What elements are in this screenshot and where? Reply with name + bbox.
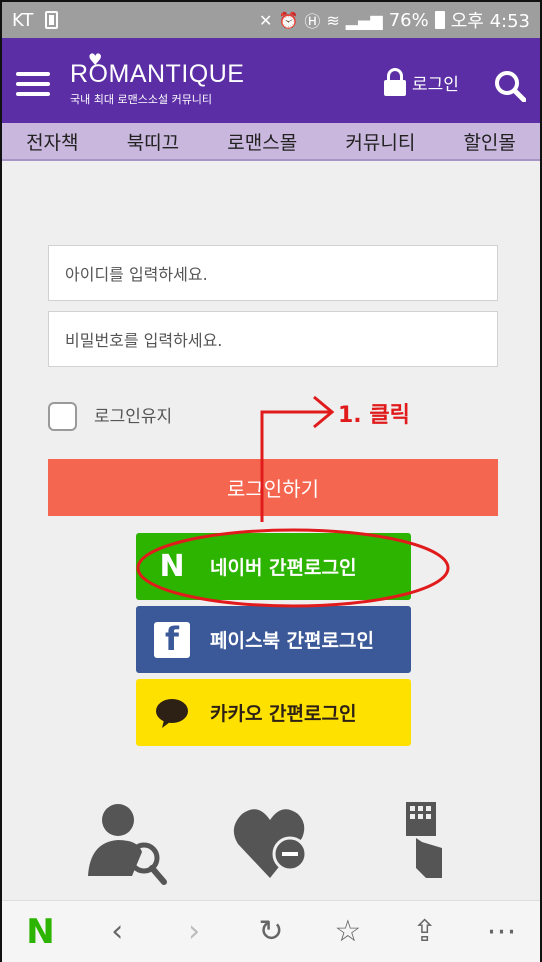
hamburger-icon[interactable]	[16, 72, 50, 102]
battery-percent: 76%	[388, 9, 429, 31]
facebook-login-button[interactable]: f 페이스북 간편로그인	[136, 606, 411, 673]
carrier-label: KT	[12, 9, 34, 31]
more-icon[interactable]: ⋯	[481, 912, 521, 952]
search-icon[interactable]	[494, 70, 526, 102]
sim-icon	[45, 11, 59, 29]
keep-login-label: 로그인유지	[94, 407, 173, 427]
category-nav: 전자책 북띠끄 로맨스몰 커뮤니티 할인몰	[2, 123, 540, 161]
header-login-label: 로그인	[412, 74, 459, 95]
hd-icon: Ⓗ	[304, 12, 321, 31]
login-submit-button[interactable]: 로그인하기	[48, 459, 498, 516]
bookmark-star-icon[interactable]: ☆	[328, 912, 368, 952]
wifi-icon: ≋	[326, 10, 340, 30]
footer-icons	[88, 802, 442, 885]
kakao-login-button[interactable]: 카카오 간편로그인	[136, 679, 411, 746]
back-icon[interactable]: ‹	[97, 912, 137, 952]
signal-icon: ▂▄▆	[345, 10, 383, 30]
id-placeholder: 아이디를 입력하세요.	[65, 265, 208, 284]
naver-login-button[interactable]: N 네이버 간편로그인	[136, 533, 411, 600]
nav-item-community[interactable]: 커뮤니티	[345, 128, 415, 155]
nav-item-discount-mall[interactable]: 할인몰	[463, 128, 515, 155]
annotation-text: 1. 클릭	[338, 403, 410, 428]
nav-item-romance-mall[interactable]: 로맨스몰	[227, 128, 297, 155]
naver-home-icon[interactable]: N	[20, 912, 60, 952]
nav-item-ebook[interactable]: 전자책	[26, 128, 78, 155]
withdraw-heart-icon[interactable]	[233, 809, 308, 878]
naver-login-label: 네이버 간편로그인	[210, 557, 357, 579]
login-submit-label: 로그인하기	[227, 477, 319, 501]
app-header: ♥ ROMANTIQUE 국내 최대 로맨스소설 커뮤니티 로그인	[2, 38, 540, 123]
heart-icon: ♥	[88, 50, 103, 69]
status-bar: KT ✕ ⏰ Ⓗ ≋ ▂▄▆ 76% 오후 4:53	[2, 2, 540, 38]
mute-icon: ✕	[259, 10, 273, 30]
password-placeholder: 비밀번호를 입력하세요.	[65, 331, 223, 350]
refresh-icon[interactable]: ↻	[251, 912, 291, 952]
find-account-icon[interactable]	[88, 804, 167, 885]
kakao-talk-icon	[156, 698, 188, 728]
battery-icon	[434, 11, 445, 29]
id-input[interactable]: 아이디를 입력하세요.	[48, 245, 498, 301]
share-icon[interactable]: ⇪	[405, 912, 445, 952]
keypad-touch-icon[interactable]	[406, 802, 442, 878]
facebook-login-label: 페이스북 간편로그인	[210, 630, 374, 652]
header-login-button[interactable]: 로그인	[384, 68, 459, 96]
kakao-login-label: 카카오 간편로그인	[210, 703, 357, 725]
nav-item-bookticket[interactable]: 북띠끄	[127, 128, 179, 155]
facebook-f-icon: f	[154, 620, 190, 658]
password-input[interactable]: 비밀번호를 입력하세요.	[48, 311, 498, 367]
site-logo[interactable]: ♥ ROMANTIQUE 국내 최대 로맨스소설 커뮤니티	[70, 48, 244, 107]
lock-icon	[384, 68, 406, 96]
logo-subtitle: 국내 최대 로맨스소설 커뮤니티	[70, 93, 213, 106]
naver-n-icon: N	[159, 549, 185, 584]
forward-icon[interactable]: ›	[174, 912, 214, 952]
browser-toolbar: N ‹ › ↻ ☆ ⇪ ⋯	[2, 900, 540, 962]
clock: 오후 4:53	[450, 11, 530, 32]
alarm-icon: ⏰	[278, 10, 299, 30]
keep-login-checkbox[interactable]	[48, 402, 77, 431]
